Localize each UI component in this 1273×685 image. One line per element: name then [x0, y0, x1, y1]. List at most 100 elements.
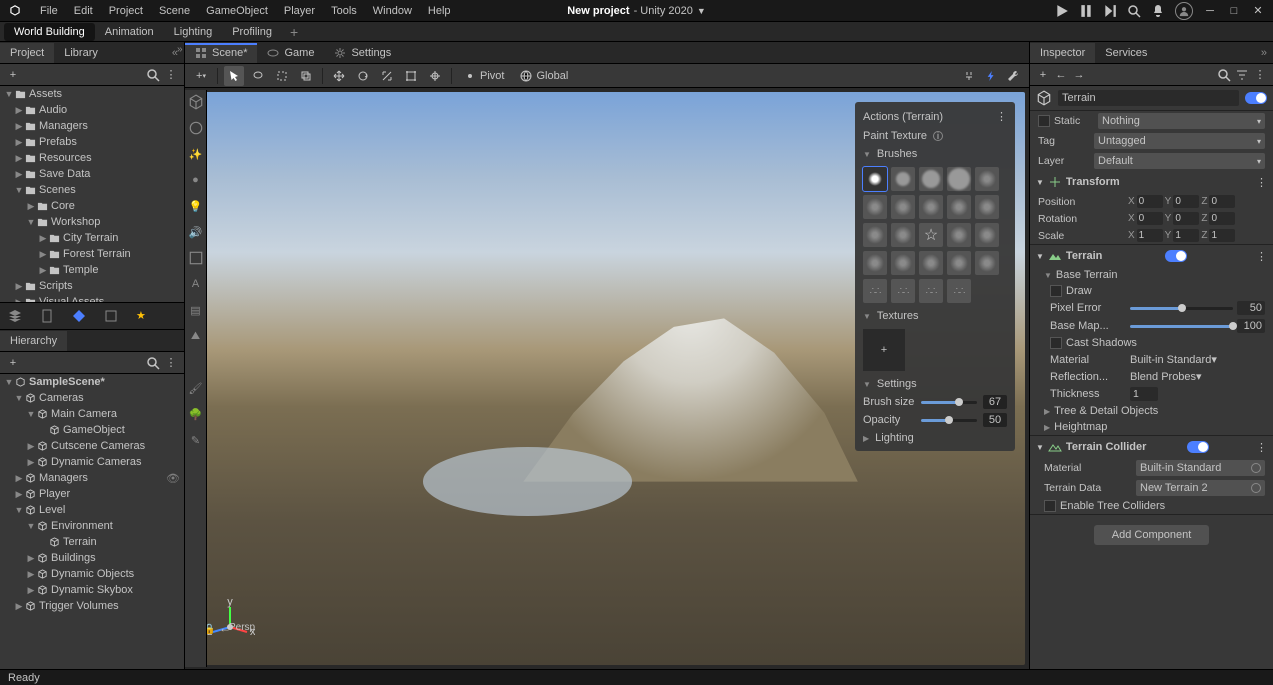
menu-scene[interactable]: Scene — [151, 5, 198, 17]
brush-12[interactable]: ☆ — [919, 223, 943, 247]
save-icon[interactable] — [104, 309, 118, 323]
tree-item[interactable]: ▼Environment — [0, 518, 184, 534]
tree-item[interactable]: ▶Player — [0, 486, 184, 502]
diamond-icon[interactable] — [72, 309, 86, 323]
rotation-y[interactable] — [1173, 212, 1199, 225]
tree-item[interactable]: ▶Dynamic Skybox — [0, 582, 184, 598]
position-z[interactable] — [1209, 195, 1235, 208]
rect-tool-icon[interactable] — [401, 66, 421, 86]
thickness-input[interactable] — [1130, 387, 1158, 401]
nav-fwd-icon[interactable]: → — [1072, 68, 1086, 82]
tree-detail-foldout[interactable]: Tree & Detail Objects — [1054, 405, 1158, 417]
brush-3[interactable] — [947, 167, 971, 191]
heightmap-foldout[interactable]: Heightmap — [1054, 421, 1107, 433]
sphere-icon[interactable]: ● — [188, 172, 204, 188]
brush-tool-icon[interactable]: 🖌 — [188, 380, 204, 396]
brush-23[interactable]: ∴∴ — [947, 279, 971, 303]
tab-services[interactable]: Services — [1095, 43, 1157, 63]
terrain-data-field[interactable]: New Terrain 2 — [1136, 480, 1265, 496]
script-icon[interactable] — [188, 250, 204, 266]
rotate-tool-icon[interactable] — [353, 66, 373, 86]
terrain-enable-toggle[interactable] — [1165, 250, 1187, 262]
tree-item[interactable]: ▼Cameras — [0, 390, 184, 406]
tree-item[interactable]: ▼SampleScene* — [0, 374, 184, 390]
enable-toggle[interactable] — [1245, 92, 1267, 104]
collider-enable-toggle[interactable] — [1187, 441, 1209, 453]
object-picker-icon[interactable] — [1251, 463, 1261, 473]
tree-item[interactable]: ▶Scripts — [0, 278, 184, 294]
tab-hierarchy[interactable]: Hierarchy — [0, 331, 67, 351]
brush-13[interactable] — [947, 223, 971, 247]
snap-icon[interactable] — [959, 66, 979, 86]
visibility-off-icon[interactable]: 👁 — [166, 472, 180, 485]
rotation-z[interactable] — [1209, 212, 1235, 225]
text-icon[interactable]: A — [188, 276, 204, 292]
tree-item[interactable]: ▶Save Data — [0, 166, 184, 182]
gameobject-name-input[interactable] — [1058, 90, 1239, 106]
brush-11[interactable] — [891, 223, 915, 247]
brush-10[interactable] — [863, 223, 887, 247]
tab-scene[interactable]: Scene* — [185, 43, 257, 63]
globe-icon[interactable] — [188, 120, 204, 136]
scale-y[interactable] — [1173, 229, 1199, 242]
brush-9[interactable] — [975, 195, 999, 219]
position-x[interactable] — [1137, 195, 1163, 208]
menu-project[interactable]: Project — [101, 5, 151, 17]
reflection-dropdown[interactable]: Blend Probes▾ — [1130, 370, 1265, 383]
settings-foldout[interactable]: Settings — [877, 378, 917, 390]
wrench-icon[interactable] — [1003, 66, 1023, 86]
tree-item[interactable]: ▶Prefabs — [0, 134, 184, 150]
brush-22[interactable]: ∴∴ — [919, 279, 943, 303]
brush-20[interactable]: ∴∴ — [863, 279, 887, 303]
layers2-icon[interactable]: ▤ — [188, 302, 204, 318]
brush-8[interactable] — [947, 195, 971, 219]
nav-back-icon[interactable]: ← — [1054, 68, 1068, 82]
brush-16[interactable] — [891, 251, 915, 275]
account-avatar[interactable] — [1175, 2, 1193, 20]
workspace-tab-animation[interactable]: Animation — [95, 23, 164, 41]
transform-tool-icon[interactable] — [425, 66, 445, 86]
position-y[interactable] — [1173, 195, 1199, 208]
menu-gameobject[interactable]: GameObject — [198, 5, 276, 17]
static-checkbox[interactable] — [1038, 115, 1050, 127]
tree-item[interactable]: ▶Core — [0, 198, 184, 214]
bell-icon[interactable] — [1151, 4, 1165, 18]
tag-dropdown[interactable]: Untagged▾ — [1094, 133, 1265, 149]
tree-item[interactable]: ▶Forest Terrain — [0, 246, 184, 262]
pause-icon[interactable] — [1079, 4, 1093, 18]
tree-item[interactable]: ▶Cutscene Cameras — [0, 438, 184, 454]
lasso-icon[interactable] — [248, 66, 268, 86]
info-icon[interactable]: i — [933, 131, 943, 141]
tree-item[interactable]: ▶Buildings — [0, 550, 184, 566]
component-more-icon[interactable]: ⋮ — [1256, 176, 1267, 189]
textures-label[interactable]: Textures — [877, 310, 919, 322]
expand-right-icon[interactable]: » — [177, 44, 191, 58]
tree-item[interactable]: ▶Audio — [0, 102, 184, 118]
lighting-foldout[interactable]: Lighting — [875, 432, 914, 444]
menu-help[interactable]: Help — [420, 5, 459, 17]
pixel-error-slider[interactable] — [1130, 307, 1233, 310]
base-map-slider[interactable] — [1130, 325, 1233, 328]
tree-item[interactable]: ▶City Terrain — [0, 230, 184, 246]
add-texture-slot[interactable]: + — [863, 329, 905, 371]
add-workspace-tab[interactable]: + — [282, 24, 306, 40]
wand-icon[interactable]: ✨ — [188, 146, 204, 162]
star-icon[interactable]: ★ — [136, 309, 150, 323]
rect-select-icon[interactable] — [272, 66, 292, 86]
search-icon[interactable] — [146, 68, 160, 82]
brush-7[interactable] — [919, 195, 943, 219]
step-icon[interactable] — [1103, 4, 1117, 18]
detail-tool-icon[interactable]: ✎ — [188, 432, 204, 448]
tab-library[interactable]: Library — [54, 43, 108, 63]
menu-player[interactable]: Player — [276, 5, 323, 17]
tab-game[interactable]: Game — [257, 43, 324, 63]
more-icon[interactable]: ⋮ — [164, 68, 178, 82]
filter-icon[interactable] — [1235, 68, 1249, 82]
copy-icon[interactable] — [296, 66, 316, 86]
tree-item[interactable]: ▶Managers — [0, 118, 184, 134]
search-icon[interactable] — [1127, 4, 1141, 18]
brush-6[interactable] — [891, 195, 915, 219]
tree-item[interactable]: ▼Workshop — [0, 214, 184, 230]
lightning-icon[interactable] — [981, 66, 1001, 86]
tree-item[interactable]: ▼Level — [0, 502, 184, 518]
